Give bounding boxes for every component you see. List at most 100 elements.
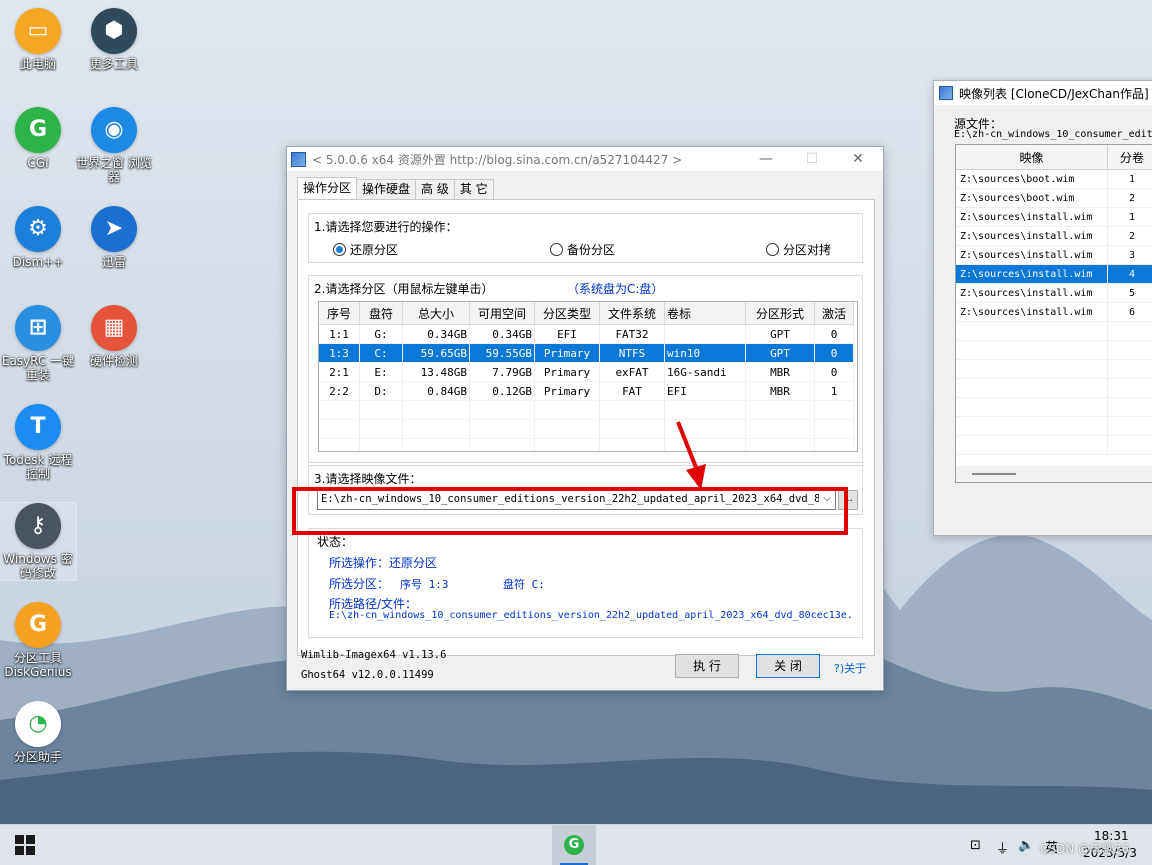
radio-dot bbox=[550, 243, 563, 256]
column-header[interactable]: 分区类型 bbox=[535, 302, 600, 325]
column-header[interactable]: 可用空间 bbox=[470, 302, 535, 325]
network-icon[interactable]: ⊡ bbox=[970, 838, 981, 853]
partition-cell: FAT32 bbox=[600, 325, 665, 344]
desktop-icon-10[interactable]: G分区工具 DiskGenius bbox=[0, 602, 76, 679]
minimize-button[interactable]: — bbox=[743, 147, 789, 171]
desktop-icon-9[interactable]: ⚷Windows 密码修改 bbox=[0, 503, 76, 580]
desktop-icon-4[interactable]: ⚙Dism++ bbox=[0, 206, 76, 269]
image-row[interactable]: Z:\sources\boot.wim2 bbox=[956, 189, 1152, 208]
desktop-icon-7[interactable]: ▦硬件检测 bbox=[76, 305, 152, 368]
desktop-icon-2[interactable]: GCGI bbox=[0, 107, 76, 170]
desktop-icon-1[interactable]: ⬢更多工具 bbox=[76, 8, 152, 71]
tab-partition[interactable]: 操作分区 bbox=[297, 177, 357, 199]
image-row[interactable] bbox=[956, 398, 1152, 417]
browser-icon: ◉ bbox=[91, 107, 137, 153]
tab-other[interactable]: 其 它 bbox=[454, 179, 494, 199]
image-row[interactable] bbox=[956, 360, 1152, 379]
image-cell: 2 bbox=[1108, 189, 1152, 208]
partition-cell: 7.79GB bbox=[470, 363, 535, 382]
taskbar-app-cgi[interactable]: G bbox=[552, 825, 596, 865]
image-row[interactable] bbox=[956, 417, 1152, 436]
maximize-button[interactable]: ☐ bbox=[789, 147, 835, 171]
partition-cell: 0 bbox=[815, 363, 854, 382]
partition-cell: Primary bbox=[535, 382, 600, 401]
image-row[interactable]: Z:\sources\install.wim5 bbox=[956, 284, 1152, 303]
image-window-titlebar[interactable]: 映像列表 [CloneCD/JexChan作品] bbox=[934, 81, 1152, 105]
image-row[interactable] bbox=[956, 322, 1152, 341]
tab-advanced[interactable]: 高 级 bbox=[415, 179, 455, 199]
image-row[interactable]: Z:\sources\boot.wim1 bbox=[956, 170, 1152, 189]
backup-radio[interactable]: 备份分区 bbox=[550, 241, 615, 258]
volume-icon[interactable]: 🔈 bbox=[1018, 838, 1034, 853]
partition-cell: 16G-sandi bbox=[665, 363, 746, 382]
app-icon bbox=[291, 152, 306, 167]
column-header[interactable]: 总大小 bbox=[403, 302, 470, 325]
partition-cell: 1 bbox=[815, 382, 854, 401]
todesk-icon: T bbox=[15, 404, 61, 450]
partition-cell: EFI bbox=[665, 382, 746, 401]
desktop-icon-label: 分区助手 bbox=[0, 750, 76, 764]
restore-radio[interactable]: 还原分区 bbox=[333, 241, 398, 258]
partition-row[interactable]: 1:3C:59.65GB59.55GBPrimaryNTFSwin10GPT0 bbox=[319, 344, 854, 363]
image-list[interactable]: 映像 分卷 Z:\sources\boot.wim1Z:\sources\boo… bbox=[955, 144, 1152, 483]
desktop-icon-label: EasyRC 一键重装 bbox=[0, 354, 76, 382]
partition-cell bbox=[319, 401, 360, 420]
partition-row[interactable]: 2:1E:13.48GB7.79GBPrimaryexFAT16G-sandiM… bbox=[319, 363, 854, 382]
image-cell bbox=[1108, 322, 1152, 341]
image-row[interactable]: Z:\sources\install.wim1 bbox=[956, 208, 1152, 227]
image-row[interactable] bbox=[956, 379, 1152, 398]
close-window-button[interactable]: ✕ bbox=[835, 147, 881, 171]
image-row[interactable] bbox=[956, 436, 1152, 455]
partition-cell bbox=[360, 439, 403, 453]
execute-button[interactable]: 执 行 bbox=[675, 654, 739, 678]
clone-radio[interactable]: 分区对拷 bbox=[766, 241, 831, 258]
column-header[interactable]: 分区形式 bbox=[746, 302, 815, 325]
desktop-icon-5[interactable]: ➤迅雷 bbox=[76, 206, 152, 269]
desktop-icon-11[interactable]: ◔分区助手 bbox=[0, 701, 76, 764]
image-cell: Z:\sources\install.wim bbox=[956, 265, 1108, 284]
image-row[interactable] bbox=[956, 341, 1152, 360]
partition-cell: EFI bbox=[535, 325, 600, 344]
desktop-icon-8[interactable]: TTodesk 远程控制 bbox=[0, 404, 76, 481]
desktop-icon-3[interactable]: ◉世界之窗 浏览器 bbox=[76, 107, 152, 184]
image-row[interactable]: Z:\sources\install.wim2 bbox=[956, 227, 1152, 246]
partition-row[interactable] bbox=[319, 401, 854, 420]
column-image[interactable]: 映像 bbox=[956, 145, 1108, 170]
horizontal-scrollbar[interactable] bbox=[956, 466, 1152, 482]
desktop-icon-6[interactable]: ⊞EasyRC 一键重装 bbox=[0, 305, 76, 382]
partition-row[interactable] bbox=[319, 420, 854, 439]
image-list-window: 映像列表 [CloneCD/JexChan作品] 源文件： E:\zh-cn_w… bbox=[933, 80, 1152, 536]
image-row[interactable]: Z:\sources\install.wim6 bbox=[956, 303, 1152, 322]
close-button[interactable]: 关 闭 bbox=[756, 654, 820, 678]
image-table: 映像 分卷 Z:\sources\boot.wim1Z:\sources\boo… bbox=[956, 145, 1152, 455]
start-icon[interactable] bbox=[15, 835, 35, 855]
partition-cell bbox=[470, 420, 535, 439]
image-cell bbox=[956, 379, 1108, 398]
column-volume[interactable]: 分卷 bbox=[1108, 145, 1152, 170]
tab-disk[interactable]: 操作硬盘 bbox=[356, 179, 416, 199]
column-header[interactable]: 激活 bbox=[815, 302, 854, 325]
partition-list[interactable]: 序号盘符总大小可用空间分区类型文件系统卷标分区形式激活 1:1G:0.34GB0… bbox=[318, 301, 858, 452]
partition-row[interactable]: 2:2D:0.84GB0.12GBPrimaryFATEFIMBR1 bbox=[319, 382, 854, 401]
scrollbar-thumb[interactable] bbox=[972, 473, 1016, 475]
restore-label: 还原分区 bbox=[350, 241, 398, 258]
partition-cell: 0 bbox=[815, 344, 854, 363]
title-bar[interactable]: < 5.0.0.6 x64 资源外置 http://blog.sina.com.… bbox=[287, 147, 883, 171]
partition-cell bbox=[815, 439, 854, 453]
image-row[interactable]: Z:\sources\install.wim4 bbox=[956, 265, 1152, 284]
column-header[interactable]: 序号 bbox=[319, 302, 360, 325]
image-cell: 1 bbox=[1108, 208, 1152, 227]
usb-icon[interactable]: ⏚ bbox=[996, 838, 1009, 857]
status-group: 状态： 所选操作：还原分区 所选分区： 序号 1:3 盘符 C: 所选路径/文件… bbox=[308, 528, 863, 638]
partition-cell bbox=[746, 439, 815, 453]
desktop-icon-0[interactable]: ▭此电脑 bbox=[0, 8, 76, 71]
ghost-version: Ghost64 v12.0.0.11499 bbox=[301, 669, 434, 681]
partition-row[interactable]: 1:1G:0.34GB0.34GBEFIFAT32GPT0 bbox=[319, 325, 854, 344]
image-row[interactable]: Z:\sources\install.wim3 bbox=[956, 246, 1152, 265]
column-header[interactable]: 卷标 bbox=[665, 302, 746, 325]
partition-row[interactable] bbox=[319, 439, 854, 453]
tab-strip: 操作分区 操作硬盘 高 级 其 它 bbox=[297, 179, 493, 199]
about-link[interactable]: ?)关于 bbox=[834, 660, 866, 676]
column-header[interactable]: 盘符 bbox=[360, 302, 403, 325]
column-header[interactable]: 文件系统 bbox=[600, 302, 665, 325]
